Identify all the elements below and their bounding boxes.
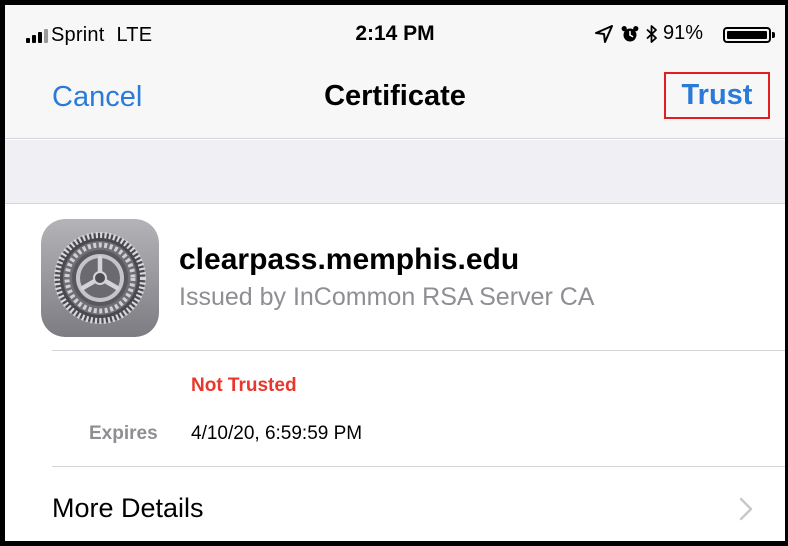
chevron-right-icon <box>739 497 753 521</box>
battery-percent: 91% <box>663 22 704 44</box>
screen: Sprint LTE 2:14 PM 91% Cancel Certificat… <box>5 5 785 541</box>
more-details-row[interactable]: More Details <box>5 467 785 541</box>
status-bar: Sprint LTE 2:14 PM 91% <box>5 5 785 63</box>
trust-status-label: Not Trusted <box>191 375 297 396</box>
trust-button[interactable]: Trust <box>664 72 770 119</box>
settings-gear-icon <box>41 219 159 337</box>
battery-icon <box>723 27 775 43</box>
screenshot-frame: Sprint LTE 2:14 PM 91% Cancel Certificat… <box>0 0 788 546</box>
location-icon <box>595 25 613 43</box>
more-details-label: More Details <box>52 493 204 523</box>
divider <box>52 350 785 351</box>
certificate-name: clearpass.memphis.edu <box>179 243 520 276</box>
navigation-bar: Cancel Certificate Trust <box>5 63 785 139</box>
bluetooth-icon <box>646 25 657 43</box>
battery-body <box>723 27 771 43</box>
alarm-icon <box>621 26 639 42</box>
status-icons: 91% <box>595 22 785 48</box>
settings-gear-graphic <box>41 219 159 337</box>
expires-label: Expires <box>89 423 158 444</box>
expires-value: 4/10/20, 6:59:59 PM <box>191 423 363 444</box>
battery-cap <box>772 32 775 38</box>
certificate-issuer: Issued by InCommon RSA Server CA <box>179 283 595 311</box>
section-spacer <box>5 140 785 204</box>
battery-fill <box>727 31 767 39</box>
